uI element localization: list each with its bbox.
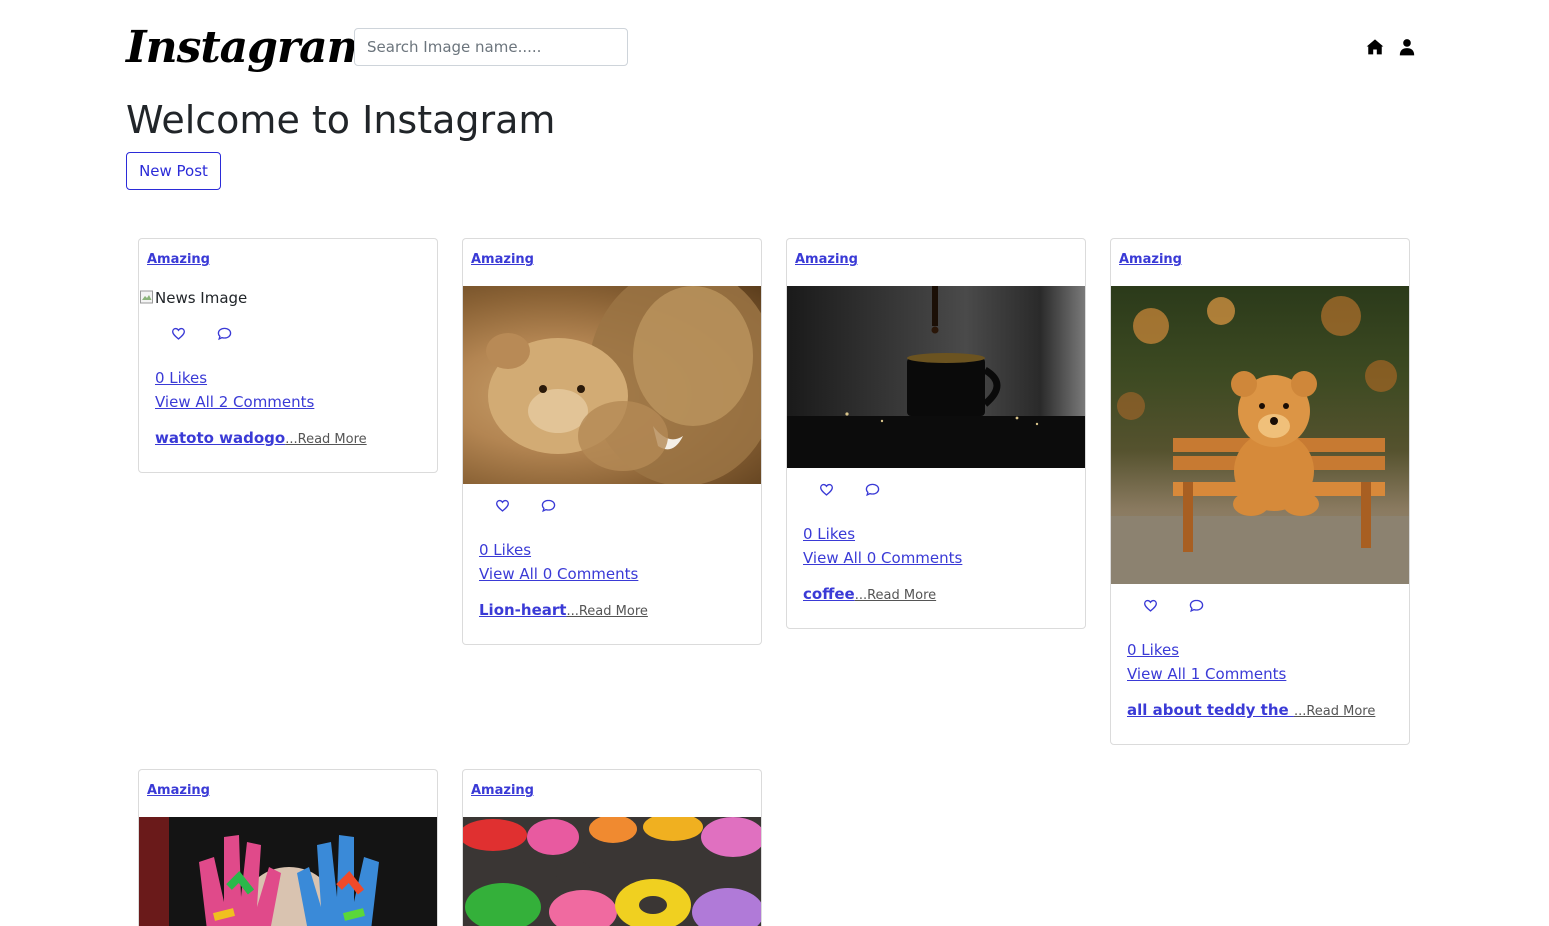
broken-image: News Image (139, 286, 437, 314)
post-title-link[interactable]: coffee (803, 585, 855, 603)
post-card: Amazing News Image 0 Likes View All 2 Co… (138, 238, 438, 473)
post-title-link[interactable]: all about teddy the (1127, 701, 1294, 719)
comments-link[interactable]: View All 1 Comments (1127, 662, 1393, 686)
post-image-painted-hands[interactable] (139, 817, 437, 926)
post-card: Amazing (462, 769, 762, 926)
post-image-colorful-letters[interactable] (463, 817, 761, 926)
heart-icon[interactable] (1143, 598, 1159, 614)
likes-link[interactable]: 0 Likes (1127, 638, 1393, 662)
search-input[interactable] (354, 28, 628, 66)
broken-image-icon (139, 289, 155, 305)
heart-icon[interactable] (819, 482, 835, 498)
likes-link[interactable]: 0 Likes (803, 522, 1069, 546)
user-icon[interactable] (1398, 38, 1418, 58)
comments-link[interactable]: View All 0 Comments (803, 546, 1069, 570)
post-category-link[interactable]: Amazing (463, 770, 761, 817)
heart-icon[interactable] (171, 326, 187, 342)
post-category-link[interactable]: Amazing (463, 239, 761, 286)
post-image-lion[interactable] (463, 286, 761, 484)
post-card: Amazing 0 Likes View All 0 Comments Lion… (462, 238, 762, 645)
post-card: Amazing 0 Likes View All 1 Comments all … (1110, 238, 1410, 745)
post-image-teddy[interactable] (1111, 286, 1409, 584)
comments-link[interactable]: View All 2 Comments (155, 390, 421, 414)
app-logo[interactable]: Instagram (126, 18, 373, 78)
image-alt-text: News Image (155, 289, 248, 307)
new-post-button[interactable]: New Post (126, 152, 221, 190)
read-more-link[interactable]: ...Read More (1294, 704, 1375, 719)
comment-icon[interactable] (865, 482, 881, 498)
comments-link[interactable]: View All 0 Comments (479, 562, 745, 586)
heart-icon[interactable] (495, 498, 511, 514)
post-category-link[interactable]: Amazing (1111, 239, 1409, 286)
post-title-link[interactable]: watoto wadogo (155, 429, 285, 447)
page-title: Welcome to Instagram (126, 98, 556, 142)
post-category-link[interactable]: Amazing (139, 770, 437, 817)
post-category-link[interactable]: Amazing (139, 239, 437, 286)
post-category-link[interactable]: Amazing (787, 239, 1085, 286)
comment-icon[interactable] (217, 326, 233, 342)
post-card: Amazing 0 Likes View All 0 Comments coff… (786, 238, 1086, 629)
likes-link[interactable]: 0 Likes (155, 366, 421, 390)
comment-icon[interactable] (541, 498, 557, 514)
post-card: Amazing (138, 769, 438, 926)
comment-icon[interactable] (1189, 598, 1205, 614)
read-more-link[interactable]: ...Read More (285, 432, 366, 447)
home-icon[interactable] (1366, 38, 1386, 58)
likes-link[interactable]: 0 Likes (479, 538, 745, 562)
post-image-coffee[interactable] (787, 286, 1085, 468)
read-more-link[interactable]: ...Read More (855, 588, 936, 603)
post-title-link[interactable]: Lion-heart (479, 601, 566, 619)
read-more-link[interactable]: ...Read More (566, 604, 647, 619)
